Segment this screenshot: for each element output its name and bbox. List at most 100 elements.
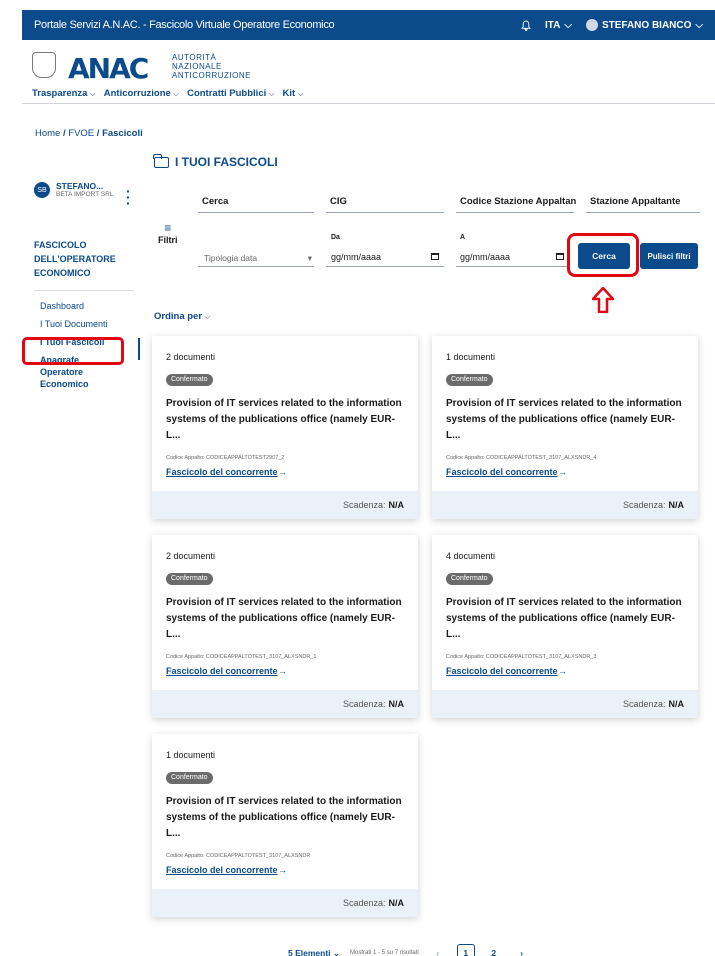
breadcrumb-home[interactable]: Home: [35, 128, 60, 139]
date-to-input[interactable]: gg/mm/aaaa: [460, 252, 564, 262]
card-link[interactable]: Fascicolo del concorrente: [166, 666, 278, 676]
nav-anticorruzione[interactable]: Anticorruzione: [104, 88, 179, 99]
card-title: Provision of IT services related to the …: [166, 796, 402, 839]
language-selector[interactable]: ITA ⌵: [545, 20, 572, 31]
user-menu[interactable]: STEFANO BIANCO ⌵: [585, 19, 703, 31]
breadcrumb: Home / FVOE / Fascicoli: [35, 128, 143, 139]
card-code: Codice Appalto: CODICEAPPALTOTEST_3107_A…: [446, 654, 597, 660]
fascicolo-card: 1 documenti Confermato Provision of IT s…: [432, 336, 698, 519]
card-link[interactable]: Fascicolo del concorrente: [446, 666, 558, 676]
arrow-right-icon: →: [278, 467, 287, 477]
nav-kit[interactable]: Kit: [283, 88, 304, 99]
highlight-box-cerca: [567, 233, 639, 277]
user-icon: [585, 19, 598, 31]
arrow-right-icon: →: [558, 666, 567, 676]
bell-icon[interactable]: [520, 20, 531, 31]
filter-toggle[interactable]: ≡ Filtri: [158, 222, 178, 246]
tipologia-underline: [198, 266, 314, 267]
card-code: Codice Appalto: CODICEAPPALTOTEST_3107_A…: [166, 654, 317, 660]
sidebar-divider: [34, 290, 134, 291]
folder-icon: [153, 153, 169, 168]
date-from-underline: [326, 266, 444, 267]
sidebar-item-documenti[interactable]: I Tuoi Documenti: [40, 318, 108, 330]
card-footer: Scadenza: N/A: [432, 491, 698, 519]
page-1-button[interactable]: 1: [456, 944, 475, 956]
top-bar: Portale Servizi A.N.AC. - Fascicolo Virt…: [22, 10, 715, 40]
breadcrumb-current: Fascicoli: [102, 128, 143, 139]
stazione-appaltante-input[interactable]: Stazione Appaltante: [590, 196, 680, 207]
breadcrumb-fvoe[interactable]: FVOE: [68, 128, 94, 139]
nav-contratti-pubblici[interactable]: Contratti Pubblici: [187, 88, 274, 99]
status-badge: Confermato: [446, 374, 493, 386]
status-badge: Confermato: [166, 573, 213, 585]
sidebar-company: BETA IMPORT SRL: [56, 191, 114, 198]
active-indicator: [138, 338, 140, 360]
codice-underline: [456, 212, 574, 213]
card-link[interactable]: Fascicolo del concorrente: [166, 865, 278, 875]
card-link[interactable]: Fascicolo del concorrente: [446, 467, 558, 477]
card-footer: Scadenza: N/A: [152, 690, 418, 718]
codice-stazione-input[interactable]: Codice Stazione Appaltan: [460, 196, 576, 207]
highlight-box-fascicoli: [22, 337, 124, 365]
prev-page-button[interactable]: ‹: [429, 944, 447, 956]
card-link[interactable]: Fascicolo del concorrente: [166, 467, 278, 477]
card-code: Codice Appalto: CODICEAPPALTOTEST_3107_A…: [166, 853, 311, 859]
status-badge: Confermato: [166, 772, 213, 784]
chevron-down-icon: ⌵: [695, 19, 703, 31]
chevron-down-icon: ⌵: [564, 19, 572, 31]
page-title: I TUOI FASCICOLI: [153, 153, 278, 169]
sidebar-section-title: FASCICOLO DELL'OPERATORE ECONOMICO: [34, 240, 116, 278]
arrow-right-icon: →: [278, 666, 287, 676]
filter-icon: ≡: [164, 221, 172, 235]
sidebar-item-dashboard[interactable]: Dashboard: [40, 300, 108, 312]
calendar-icon[interactable]: [556, 253, 564, 260]
app-title: Portale Servizi A.N.AC. - Fascicolo Virt…: [34, 19, 335, 31]
page-2-button[interactable]: 2: [485, 944, 503, 956]
card-footer: Scadenza: N/A: [152, 889, 418, 917]
pagination: 5 Elementi ⌄ Mostrati 1 - 5 su 7 risulta…: [288, 944, 531, 956]
site-header: ANAC AUTORITÀ NAZIONALE ANTICORRUZIONE T…: [22, 40, 715, 104]
anac-logo[interactable]: ANAC: [68, 52, 149, 85]
card-footer: Scadenza: N/A: [432, 690, 698, 718]
cig-input[interactable]: CIG: [330, 196, 347, 207]
card-doc-count: 2 documenti: [166, 352, 216, 362]
kebab-menu-icon[interactable]: · · ·: [126, 184, 131, 210]
top-bar-right: ITA ⌵ STEFANO BIANCO ⌵: [520, 19, 703, 31]
card-doc-count: 1 documenti: [446, 352, 496, 362]
main-nav: Trasparenza Anticorruzione Contratti Pub…: [32, 88, 304, 99]
arrow-right-icon: →: [558, 467, 567, 477]
card-title: Provision of IT services related to the …: [446, 597, 682, 640]
status-badge: Confermato: [446, 573, 493, 585]
sort-dropdown[interactable]: Ordina per: [154, 311, 210, 322]
calendar-icon[interactable]: [431, 253, 439, 260]
fascicolo-card: 2 documenti Confermato Provision of IT s…: [152, 336, 418, 519]
nav-trasparenza[interactable]: Trasparenza: [32, 88, 96, 99]
tipologia-select[interactable]: Tipologia data ▾: [198, 253, 312, 264]
sidebar-user-name: STEFANO...: [56, 181, 104, 191]
card-title: Provision of IT services related to the …: [166, 398, 402, 441]
da-label: Da: [331, 234, 340, 241]
arrow-up-icon: [592, 287, 614, 313]
avatar: SB: [34, 182, 50, 198]
search-underline: [198, 212, 314, 213]
page-size-selector[interactable]: 5 Elementi ⌄: [288, 948, 340, 956]
card-title: Provision of IT services related to the …: [166, 597, 402, 640]
card-code: Codice Appalto: CODICEAPPALTOTEST_3107_A…: [446, 455, 597, 461]
next-page-button[interactable]: ›: [513, 944, 531, 956]
fascicolo-card: 1 documenti Confermato Provision of IT s…: [152, 734, 418, 917]
search-input[interactable]: Cerca: [202, 196, 228, 207]
date-from-input[interactable]: gg/mm/aaaa: [331, 252, 439, 262]
results-summary: Mostrati 1 - 5 su 7 risultati: [350, 950, 419, 956]
card-footer: Scadenza: N/A: [152, 491, 418, 519]
status-badge: Confermato: [166, 374, 213, 386]
card-title: Provision of IT services related to the …: [446, 398, 682, 441]
card-doc-count: 1 documenti: [166, 750, 216, 760]
card-doc-count: 2 documenti: [166, 551, 216, 561]
stazione-underline: [586, 212, 700, 213]
sidebar-user: SB STEFANO... BETA IMPORT SRL: [34, 182, 113, 198]
arrow-right-icon: →: [278, 865, 287, 875]
pulisci-filtri-button[interactable]: Pulisci filtri: [640, 243, 698, 269]
card-code: Codice Appalto: CODICEAPPALTOTEST2907_2: [166, 455, 285, 461]
fascicolo-card: 2 documenti Confermato Provision of IT s…: [152, 535, 418, 718]
card-doc-count: 4 documenti: [446, 551, 496, 561]
